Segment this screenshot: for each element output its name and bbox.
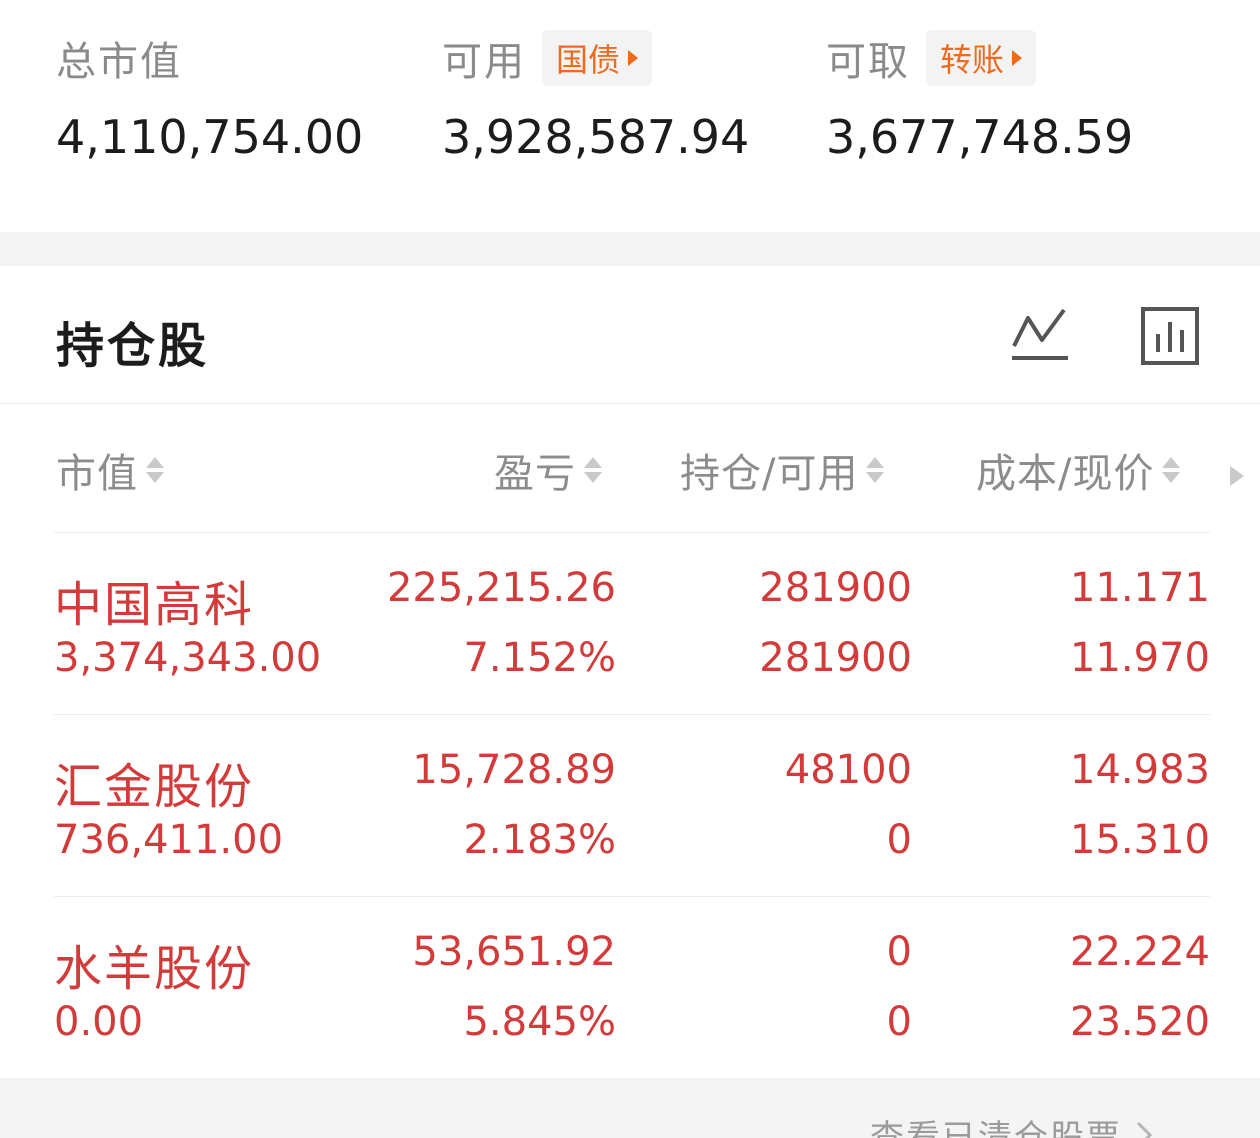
holding-row[interactable]: 中国高科 3,374,343.00 225,215.26 7.152% 2819…: [54, 532, 1210, 714]
sort-icon: [146, 457, 164, 483]
cost-price: 11.171: [1070, 565, 1210, 611]
treasury-bond-button[interactable]: 国债: [542, 30, 653, 86]
holding-row[interactable]: 水羊股份 0.00 53,651.92 5.845% 0 0 22.224 23…: [54, 896, 1210, 1078]
available-funds-value: 3,928,587.94: [442, 110, 750, 164]
profit-percent: 2.183%: [463, 817, 616, 863]
total-market-value-block: 总市值 4,110,754.00: [56, 30, 363, 164]
view-closed-positions-link[interactable]: 查看已清仓股票: [870, 1110, 1154, 1138]
treasury-bond-label: 国债: [556, 41, 621, 79]
transfer-button[interactable]: 转账: [926, 30, 1037, 86]
cost-price: 22.224: [1070, 929, 1210, 975]
column-profit-loss-label: 盈亏: [494, 451, 576, 497]
holding-row[interactable]: 汇金股份 736,411.00 15,728.89 2.183% 48100 0…: [54, 714, 1210, 896]
total-market-value-label: 总市值: [56, 39, 182, 85]
holdings-header: 持仓股: [0, 266, 1260, 404]
sort-cost-price[interactable]: 成本/现价: [976, 442, 1181, 498]
withdrawable-funds-label: 可取: [826, 39, 910, 85]
available-shares: 281900: [759, 635, 912, 681]
line-chart-icon[interactable]: [1008, 304, 1072, 368]
sort-icon: [1162, 457, 1181, 483]
holdings-panel: 持仓股 市值 盈亏 持仓/可用 成本/现价 中国高科 3,374,343.00 …: [0, 266, 1260, 1078]
bar-chart-icon[interactable]: [1138, 304, 1202, 368]
available-shares: 0: [886, 817, 912, 863]
stock-name: 水羊股份: [54, 941, 255, 997]
chevron-right-icon: [1136, 1121, 1153, 1138]
sort-market-value[interactable]: 市值: [56, 442, 164, 498]
profit-percent: 5.845%: [463, 999, 616, 1045]
column-market-value-label: 市值: [56, 451, 138, 497]
available-funds-label: 可用: [442, 39, 526, 85]
arrow-right-icon: [1012, 50, 1023, 66]
sort-profit-loss[interactable]: 盈亏: [494, 442, 602, 498]
arrow-right-icon: [628, 50, 639, 66]
stock-name: 中国高科: [54, 577, 255, 633]
stock-name: 汇金股份: [54, 759, 255, 815]
stock-market-value: 0.00: [54, 999, 144, 1045]
sort-position-available[interactable]: 持仓/可用: [680, 442, 885, 498]
sort-icon: [866, 457, 885, 483]
holdings-title: 持仓股: [56, 318, 210, 374]
holdings-column-headers: 市值 盈亏 持仓/可用 成本/现价: [0, 406, 1260, 532]
current-price: 15.310: [1070, 817, 1210, 863]
cost-price: 14.983: [1070, 747, 1210, 793]
profit-amount: 225,215.26: [386, 565, 616, 611]
profit-amount: 15,728.89: [412, 747, 616, 793]
withdrawable-funds-block: 可取 转账 3,677,748.59: [826, 30, 1133, 164]
total-market-value: 4,110,754.00: [56, 110, 364, 164]
sort-icon: [584, 457, 602, 483]
available-funds-block: 可用 国债 3,928,587.94: [442, 30, 749, 164]
position-shares: 48100: [784, 747, 912, 793]
column-position-label: 持仓/可用: [680, 451, 859, 497]
position-shares: 281900: [759, 565, 912, 611]
available-shares: 0: [886, 999, 912, 1045]
position-shares: 0: [886, 929, 912, 975]
current-price: 11.970: [1070, 635, 1210, 681]
view-closed-positions-label: 查看已清仓股票: [870, 1118, 1122, 1138]
profit-amount: 53,651.92: [412, 929, 616, 975]
column-cost-price-label: 成本/现价: [976, 451, 1155, 497]
stock-market-value: 3,374,343.00: [54, 635, 322, 681]
account-summary: 总市值 4,110,754.00 可用 国债 3,928,587.94 可取 转…: [0, 0, 1260, 232]
withdrawable-funds-value: 3,677,748.59: [826, 110, 1134, 164]
current-price: 23.520: [1070, 999, 1210, 1045]
scroll-right-icon[interactable]: [1224, 460, 1248, 492]
profit-percent: 7.152%: [463, 635, 616, 681]
stock-market-value: 736,411.00: [54, 817, 284, 863]
transfer-label: 转账: [940, 41, 1005, 79]
